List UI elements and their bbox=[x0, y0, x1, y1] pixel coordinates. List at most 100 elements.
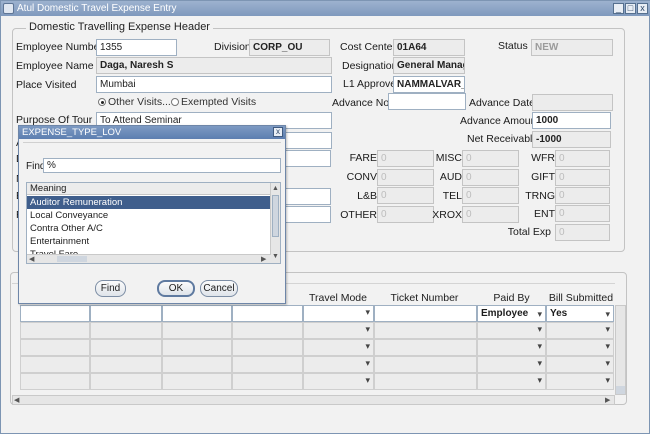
aud-label: AUD bbox=[439, 171, 462, 183]
exempted-visits-label: Exempted Visits bbox=[181, 96, 257, 108]
grid-scroll-right-icon[interactable]: ▶ bbox=[605, 396, 610, 404]
ticket-number-header: Ticket Number bbox=[390, 292, 459, 304]
travel-mode-header: Travel Mode bbox=[309, 292, 367, 304]
maximize-button[interactable]: □ bbox=[625, 3, 636, 14]
grid-cell[interactable] bbox=[374, 322, 477, 339]
lov-ok-button[interactable]: OK bbox=[157, 280, 195, 297]
grid-cell[interactable] bbox=[546, 356, 614, 373]
division-label: Division bbox=[214, 41, 251, 53]
lov-hscroll-thumb[interactable] bbox=[57, 256, 87, 262]
fare-label: FARE bbox=[349, 152, 377, 164]
ent-field[interactable]: 0 bbox=[555, 205, 610, 222]
advance-date-label: Advance Date bbox=[469, 97, 535, 109]
grid-cell[interactable] bbox=[90, 305, 162, 322]
lov-scroll-up-icon[interactable]: ▲ bbox=[272, 185, 279, 192]
division-field: CORP_OU bbox=[249, 39, 330, 56]
net-receivable-field: -1000 bbox=[532, 131, 611, 148]
xrox-label: XROX bbox=[432, 209, 462, 221]
grid-cell[interactable] bbox=[546, 322, 614, 339]
aud-field[interactable]: 0 bbox=[462, 169, 519, 186]
grid-vertical-scrollbar[interactable] bbox=[615, 305, 626, 395]
lov-results-list: Meaning Auditor Remuneration Local Conve… bbox=[26, 182, 281, 264]
grid-cell[interactable] bbox=[20, 339, 90, 356]
grid-horizontal-scrollbar[interactable] bbox=[12, 395, 615, 405]
grid-cell[interactable] bbox=[90, 373, 162, 390]
advance-amount-field[interactable]: 1000 bbox=[532, 112, 611, 129]
grid-cell[interactable] bbox=[303, 373, 374, 390]
paid-by-header: Paid By bbox=[493, 292, 530, 304]
tel-field[interactable]: 0 bbox=[462, 187, 519, 204]
place-visited-field[interactable]: Mumbai bbox=[96, 76, 332, 93]
lov-row-auditor-remuneration[interactable]: Auditor Remuneration bbox=[27, 196, 271, 209]
lov-horizontal-scrollbar[interactable]: ◀ ▶ bbox=[27, 254, 271, 263]
wfr-field[interactable]: 0 bbox=[555, 150, 610, 167]
lov-scroll-down-icon[interactable]: ▼ bbox=[272, 253, 279, 260]
bill-submitted-select[interactable]: Yes bbox=[546, 305, 614, 322]
lov-scroll-left-icon[interactable]: ◀ bbox=[29, 255, 34, 263]
grid-cell[interactable] bbox=[232, 305, 303, 322]
lov-row-local-conveyance[interactable]: Local Conveyance bbox=[27, 209, 271, 222]
lb-label: L&B bbox=[357, 190, 377, 202]
close-button[interactable]: x bbox=[637, 3, 648, 14]
grid-cell[interactable] bbox=[90, 356, 162, 373]
grid-cell[interactable] bbox=[546, 339, 614, 356]
gift-field[interactable]: 0 bbox=[555, 169, 610, 186]
tel-label: TEL bbox=[442, 190, 462, 202]
grid-cell[interactable] bbox=[162, 322, 232, 339]
xrox-field[interactable]: 0 bbox=[462, 206, 519, 223]
grid-cell[interactable] bbox=[162, 339, 232, 356]
grid-cell[interactable] bbox=[477, 322, 546, 339]
lov-cancel-button[interactable]: Cancel bbox=[200, 280, 238, 297]
grid-cell[interactable] bbox=[162, 356, 232, 373]
employee-name-label: Employee Name bbox=[16, 60, 94, 72]
grid-cell[interactable] bbox=[303, 322, 374, 339]
paid-by-select[interactable]: Employee bbox=[477, 305, 546, 322]
grid-scroll-left-icon[interactable]: ◀ bbox=[14, 396, 19, 404]
grid-cell[interactable] bbox=[232, 339, 303, 356]
lov-find-input[interactable]: % bbox=[43, 158, 281, 173]
advance-no-field[interactable] bbox=[388, 93, 466, 110]
exempted-visits-radio[interactable] bbox=[171, 98, 179, 106]
l1-approver-field[interactable]: NAMMALVAR_S bbox=[393, 76, 465, 93]
lov-row-contra-other[interactable]: Contra Other A/C bbox=[27, 222, 271, 235]
status-label: Status bbox=[498, 40, 528, 52]
lov-scroll-thumb[interactable] bbox=[272, 195, 279, 237]
grid-cell[interactable] bbox=[232, 373, 303, 390]
grid-scroll-thumb[interactable] bbox=[616, 386, 625, 394]
grid-cell[interactable] bbox=[374, 305, 477, 322]
grid-cell[interactable] bbox=[303, 305, 374, 322]
lov-row-entertainment[interactable]: Entertainment bbox=[27, 235, 271, 248]
trng-label: TRNG bbox=[525, 190, 555, 202]
lov-close-icon[interactable]: x bbox=[273, 127, 283, 137]
grid-cell[interactable] bbox=[477, 339, 546, 356]
lov-find-button[interactable]: Find bbox=[95, 280, 126, 297]
lov-vertical-scrollbar[interactable]: ▲ ▼ bbox=[270, 183, 280, 263]
grid-cell[interactable] bbox=[477, 373, 546, 390]
grid-cell[interactable] bbox=[303, 339, 374, 356]
grid-cell[interactable] bbox=[374, 356, 477, 373]
misc-field[interactable]: 0 bbox=[462, 150, 519, 167]
grid-cell[interactable] bbox=[232, 356, 303, 373]
other-visits-radio[interactable] bbox=[98, 98, 106, 106]
grid-cell[interactable] bbox=[162, 305, 232, 322]
grid-cell[interactable] bbox=[20, 373, 90, 390]
grid-cell[interactable] bbox=[90, 322, 162, 339]
trng-field[interactable]: 0 bbox=[555, 187, 610, 204]
grid-cell[interactable] bbox=[374, 339, 477, 356]
grid-cell[interactable] bbox=[20, 356, 90, 373]
grid-cell[interactable] bbox=[20, 322, 90, 339]
employee-number-field[interactable]: 1355 bbox=[96, 39, 177, 56]
grid-cell[interactable] bbox=[546, 373, 614, 390]
grid-cell[interactable] bbox=[20, 305, 90, 322]
minimize-button[interactable]: _ bbox=[613, 3, 624, 14]
grid-cell[interactable] bbox=[90, 339, 162, 356]
other-label: OTHER bbox=[340, 209, 377, 221]
grid-cell[interactable] bbox=[162, 373, 232, 390]
lov-scroll-right-icon[interactable]: ▶ bbox=[261, 255, 266, 263]
grid-cell[interactable] bbox=[477, 356, 546, 373]
grid-cell[interactable] bbox=[303, 356, 374, 373]
grid-cell[interactable] bbox=[232, 322, 303, 339]
grid-cell[interactable] bbox=[374, 373, 477, 390]
lov-cancel-button-label: Cancel bbox=[203, 283, 235, 294]
bill-submitted-header: Bill Submitted bbox=[548, 292, 614, 304]
